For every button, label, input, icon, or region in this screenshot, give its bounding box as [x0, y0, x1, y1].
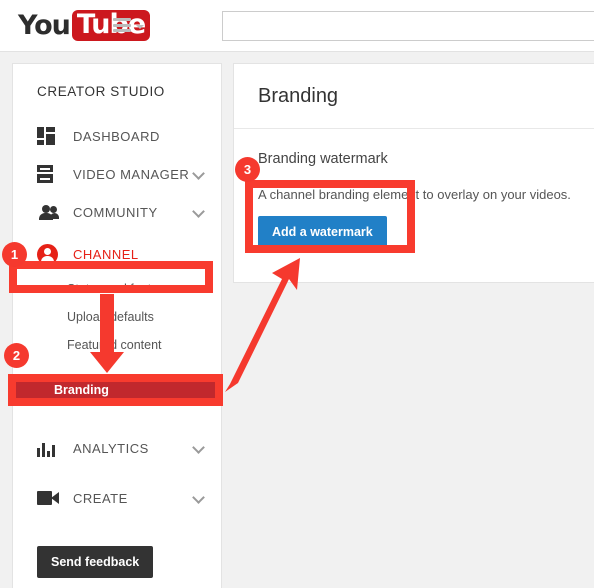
sidebar-item-label: CREATE	[73, 490, 128, 506]
analytics-icon	[37, 438, 61, 458]
annotation-badge-3: 3	[235, 157, 260, 182]
sidebar-item-label: CHANNEL	[73, 246, 139, 262]
sidebar-item-create[interactable]: CREATE	[13, 479, 221, 517]
video-manager-icon	[37, 164, 61, 184]
channel-submenu: Status and features Upload defaults Feat…	[13, 275, 221, 415]
sidebar-item-dashboard[interactable]: DASHBOARD	[13, 117, 221, 155]
sidebar-item-community[interactable]: COMMUNITY	[13, 193, 221, 231]
sidebar-nav-list: DASHBOARD VIDEO MANAGER COMMUNITY CHANNE…	[13, 117, 221, 517]
sidebar-subitem-status-and-features[interactable]: Status and features	[13, 275, 221, 303]
chevron-down-icon[interactable]	[192, 441, 205, 454]
annotation-badge-1: 1	[2, 242, 27, 267]
page-title: Branding	[258, 84, 339, 107]
sidebar-item-label: COMMUNITY	[73, 204, 158, 220]
hamburger-bar	[113, 18, 131, 21]
chevron-down-icon[interactable]	[192, 167, 205, 180]
sidebar-title: CREATOR STUDIO	[37, 84, 165, 99]
annotation-badge-2: 2	[4, 343, 29, 368]
section-description: A channel branding element to overlay on…	[258, 187, 571, 202]
community-icon	[37, 202, 61, 222]
hamburger-bar	[113, 29, 131, 32]
card-body: Branding watermark A channel branding el…	[234, 129, 594, 282]
hamburger-icon[interactable]	[113, 18, 131, 32]
branding-card: Branding Branding watermark A channel br…	[233, 63, 594, 283]
sidebar-item-label: VIDEO MANAGER	[73, 166, 190, 182]
sidebar-item-label: ANALYTICS	[73, 440, 149, 456]
chevron-down-icon[interactable]	[136, 25, 144, 29]
sidebar-item-video-manager[interactable]: VIDEO MANAGER	[13, 155, 221, 193]
logo-you-text: You	[18, 9, 71, 41]
sidebar-item-analytics[interactable]: ANALYTICS	[13, 429, 221, 467]
channel-avatar-icon	[37, 243, 61, 265]
sidebar-item-label: DASHBOARD	[73, 128, 160, 144]
sidebar-subitem-advanced[interactable]: Advanced	[13, 387, 221, 415]
sidebar-subitem-upload-defaults[interactable]: Upload defaults	[13, 303, 221, 331]
creator-studio-sidebar: CREATOR STUDIO DASHBOARD VIDEO MANAGER C…	[12, 63, 222, 588]
card-header: Branding	[234, 64, 594, 129]
chevron-down-icon[interactable]	[192, 205, 205, 218]
section-title: Branding watermark	[258, 151, 388, 167]
add-watermark-button[interactable]: Add a watermark	[258, 216, 387, 248]
sidebar-subitem-featured-content[interactable]: Featured content	[13, 331, 221, 359]
chevron-down-icon[interactable]	[192, 491, 205, 504]
send-feedback-button[interactable]: Send feedback	[37, 546, 154, 578]
hamburger-bar	[113, 23, 131, 27]
search-input[interactable]	[222, 11, 594, 41]
create-video-icon	[37, 488, 61, 508]
annotation-branding-label: Branding	[54, 383, 109, 397]
dashboard-icon	[37, 126, 61, 146]
sidebar-item-channel[interactable]: CHANNEL	[13, 235, 221, 273]
top-header-bar: You Tube	[0, 0, 594, 52]
